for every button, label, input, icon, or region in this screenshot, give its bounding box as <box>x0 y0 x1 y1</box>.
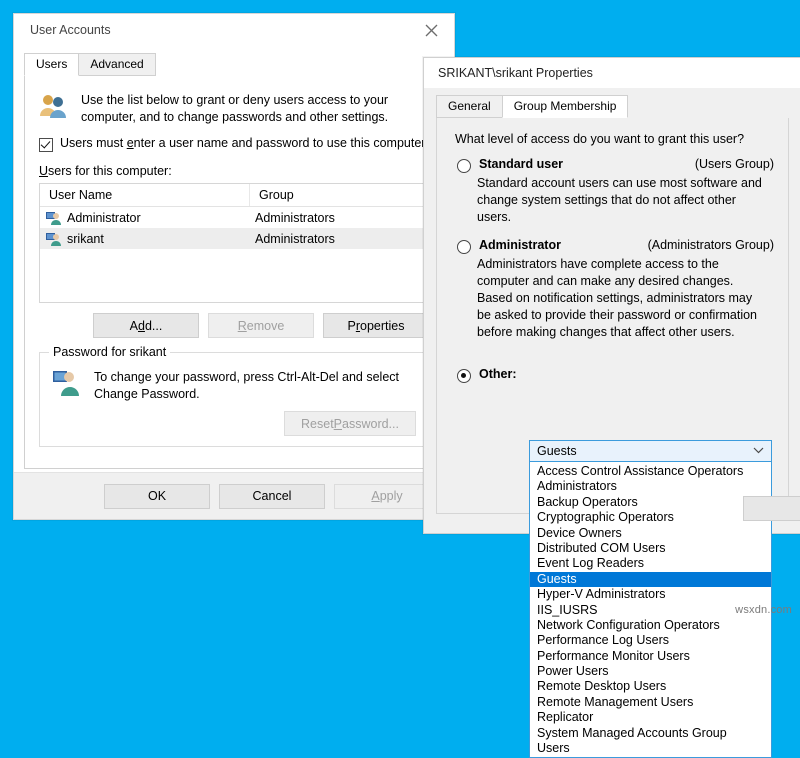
standard-user-group: (Users Group) <box>695 157 774 171</box>
administrator-label: Administrator <box>479 238 561 252</box>
user-action-buttons: Add... Remove Properties <box>25 303 443 346</box>
user-accounts-dialog: User Accounts Users Advanced Use the lis… <box>13 13 455 520</box>
row-group: Administrators <box>246 211 428 225</box>
remove-button: Remove <box>208 313 314 338</box>
standard-user-description: Standard account users can use most soft… <box>477 175 768 226</box>
watermark: wsxdn.com <box>735 604 792 616</box>
group-combobox[interactable]: Guests <box>529 440 772 462</box>
administrator-option[interactable]: Administrator (Administrators Group) <box>437 226 788 254</box>
list-item-selected[interactable]: Guests <box>530 572 771 587</box>
group-membership-panel: What level of access do you want to gran… <box>436 118 789 514</box>
standard-user-option[interactable]: Standard user (Users Group) <box>437 154 788 173</box>
intro-text: Use the list below to grant or deny user… <box>81 92 425 126</box>
standard-user-radio[interactable] <box>457 159 471 173</box>
other-radio[interactable] <box>457 369 471 383</box>
administrator-radio[interactable] <box>457 240 471 254</box>
list-item[interactable]: Power Users <box>530 664 771 679</box>
list-item[interactable]: Hyper-V Administrators <box>530 587 771 602</box>
user-icon <box>46 211 61 225</box>
table-row[interactable]: srikant Administrators <box>40 228 428 249</box>
password-text: To change your password, press Ctrl-Alt-… <box>94 369 414 403</box>
list-item[interactable]: Device Owners <box>530 526 771 541</box>
row-group: Administrators <box>246 232 428 246</box>
properties-button[interactable]: Properties <box>323 313 429 338</box>
administrator-description: Administrators have complete access to t… <box>477 256 768 341</box>
list-item[interactable]: Performance Monitor Users <box>530 649 771 664</box>
table-row[interactable]: Administrator Administrators <box>40 207 428 228</box>
close-icon[interactable] <box>408 14 454 46</box>
tab-group-membership[interactable]: Group Membership <box>502 95 629 118</box>
chevron-down-icon[interactable] <box>753 446 764 457</box>
list-item[interactable]: Distributed COM Users <box>530 541 771 556</box>
row-user-name: Administrator <box>67 211 141 225</box>
properties-titlebar: SRIKANT\srikant Properties <box>424 58 800 88</box>
ok-button[interactable]: OK <box>104 484 210 509</box>
user-accounts-footer: OK Cancel Apply <box>14 472 454 519</box>
users-list-header: User Name Group <box>40 184 428 207</box>
properties-tabstrip: General Group Membership <box>436 96 800 118</box>
column-header-user-name[interactable]: User Name <box>40 184 250 206</box>
list-item[interactable]: Users <box>530 741 771 756</box>
other-label: Other: <box>479 367 517 381</box>
tab-users[interactable]: Users <box>24 53 79 76</box>
tab-advanced[interactable]: Advanced <box>78 53 155 76</box>
require-password-checkbox[interactable] <box>39 138 53 152</box>
row-user-name: srikant <box>67 232 104 246</box>
users-list-label: Users for this computer: <box>25 154 443 183</box>
column-header-group[interactable]: Group <box>250 184 428 206</box>
user-accounts-tabstrip: Users Advanced <box>24 54 454 76</box>
properties-dialog: SRIKANT\srikant Properties General Group… <box>423 57 800 534</box>
list-item[interactable]: Replicator <box>530 710 771 725</box>
users-list-label-text: sers for this computer: <box>48 164 172 178</box>
list-item[interactable]: Event Log Readers <box>530 556 771 571</box>
require-password-label: Users must enter a user name and passwor… <box>60 136 428 150</box>
users-tab-panel: Use the list below to grant or deny user… <box>24 76 444 469</box>
password-groupbox: Password for srikant To change your pass… <box>39 352 429 447</box>
administrator-group: (Administrators Group) <box>648 238 774 252</box>
list-item[interactable]: Network Configuration Operators <box>530 618 771 633</box>
users-group-icon <box>39 92 69 126</box>
other-option[interactable]: Other: <box>437 341 788 383</box>
standard-user-label: Standard user <box>479 157 563 171</box>
list-item[interactable]: System Managed Accounts Group <box>530 726 771 741</box>
properties-footer-button[interactable] <box>743 496 800 521</box>
reset-password-button: Reset Password... <box>284 411 416 436</box>
users-listbox[interactable]: User Name Group Administrator Admi <box>39 183 429 303</box>
list-item[interactable]: Administrators <box>530 479 771 494</box>
list-item[interactable]: Performance Log Users <box>530 633 771 648</box>
properties-title: SRIKANT\srikant Properties <box>424 66 593 80</box>
user-accounts-title: User Accounts <box>14 23 111 37</box>
list-item[interactable]: Cryptographic Operators <box>530 510 771 525</box>
require-password-checkbox-row[interactable]: Users must enter a user name and passwor… <box>25 132 443 154</box>
user-accounts-titlebar: User Accounts <box>14 14 454 46</box>
list-item[interactable]: Backup Operators <box>530 495 771 510</box>
list-item[interactable]: Remote Desktop Users <box>530 679 771 694</box>
user-icon <box>46 232 61 246</box>
intro-block: Use the list below to grant or deny user… <box>25 76 443 132</box>
user-password-icon <box>52 369 82 403</box>
tab-general[interactable]: General <box>436 95 503 118</box>
cancel-button[interactable]: Cancel <box>219 484 325 509</box>
add-button[interactable]: Add... <box>93 313 199 338</box>
password-group-title: Password for srikant <box>49 345 170 359</box>
list-item[interactable]: Remote Management Users <box>530 695 771 710</box>
access-question: What level of access do you want to gran… <box>437 118 788 154</box>
list-item[interactable]: Access Control Assistance Operators <box>530 464 771 479</box>
group-combobox-value: Guests <box>537 444 577 458</box>
